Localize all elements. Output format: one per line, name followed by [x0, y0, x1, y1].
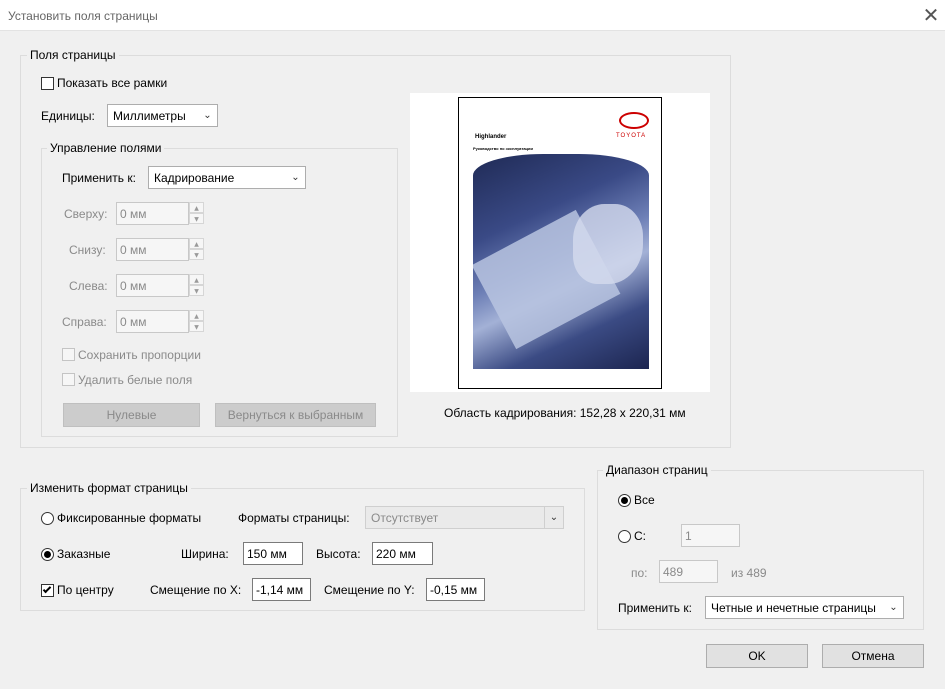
preview-doc-title: Highlander — [475, 134, 507, 140]
apply-to-select-value: Кадрирование — [154, 171, 235, 185]
width-value: 150 мм — [247, 547, 287, 561]
from-label[interactable]: С: — [634, 529, 646, 543]
to-value: 489 — [663, 565, 684, 579]
center-label[interactable]: По центру — [57, 583, 114, 597]
down-arrow-icon: ▼ — [189, 249, 204, 260]
keep-proportions-checkbox[interactable] — [62, 348, 75, 361]
page-formats-value: Отсутствует — [371, 511, 439, 525]
units-select[interactable]: Миллиметры ⌄ — [107, 104, 218, 127]
down-arrow-icon: ▼ — [189, 321, 204, 332]
range-apply-to-value: Четные и нечетные страницы — [711, 601, 876, 615]
offset-y-label: Смещение по Y: — [324, 583, 415, 597]
down-arrow-icon: ▼ — [189, 213, 204, 224]
page-size-legend: Изменить формат страницы — [27, 481, 191, 495]
margin-control-legend: Управление полями — [47, 141, 165, 155]
page-preview: Highlander Руководство по эксплуатации T… — [410, 93, 710, 392]
apply-to-label: Применить к: — [62, 171, 136, 185]
center-checkbox[interactable] — [41, 584, 54, 597]
width-input[interactable]: 150 мм — [243, 542, 303, 565]
show-all-boxes-label[interactable]: Показать все рамки — [57, 76, 167, 90]
remove-white-checkbox[interactable] — [62, 373, 75, 386]
up-arrow-icon: ▲ — [189, 202, 204, 213]
left-margin-label: Слева: — [69, 279, 108, 293]
all-pages-radio[interactable] — [618, 494, 631, 507]
remove-white-label[interactable]: Удалить белые поля — [78, 373, 192, 387]
range-apply-to-label: Применить к: — [618, 601, 692, 615]
custom-radio[interactable] — [41, 548, 54, 561]
from-input[interactable]: 1 — [681, 524, 740, 547]
all-pages-label[interactable]: Все — [634, 493, 655, 507]
title-bar: Установить поля страницы ✕ — [0, 0, 945, 31]
right-margin-value: 0 мм — [120, 315, 147, 329]
top-margin-value: 0 мм — [120, 207, 147, 221]
offset-x-input[interactable]: -1,14 мм — [252, 578, 311, 601]
crop-area-label: Область кадрирования: 152,28 x 220,31 мм — [444, 406, 686, 420]
range-apply-to-select[interactable]: Четные и нечетные страницы ⌄ — [705, 596, 904, 619]
fixed-formats-label[interactable]: Фиксированные форматы — [57, 511, 201, 525]
chevron-down-icon: ⌄ — [889, 602, 898, 613]
keep-proportions-label[interactable]: Сохранить пропорции — [78, 348, 201, 362]
down-arrow-icon: ▼ — [189, 285, 204, 296]
top-margin-input[interactable]: 0 мм — [116, 202, 189, 225]
from-value: 1 — [685, 529, 692, 543]
bottom-margin-value: 0 мм — [120, 243, 147, 257]
height-value: 220 мм — [376, 547, 416, 561]
height-label: Высота: — [316, 547, 361, 561]
page-formats-label: Форматы страницы: — [238, 511, 350, 525]
offset-y-value: -0,15 мм — [430, 583, 478, 597]
up-arrow-icon: ▲ — [189, 274, 204, 285]
page-formats-select[interactable]: Отсутствует ⌄ — [365, 506, 564, 529]
offset-x-label: Смещение по X: — [150, 583, 242, 597]
offset-y-input[interactable]: -0,15 мм — [426, 578, 485, 601]
right-margin-label: Справа: — [62, 315, 107, 329]
preview-brand: TOYOTA — [616, 133, 647, 139]
ok-button[interactable]: OK — [706, 644, 808, 668]
page-thumbnail: Highlander Руководство по эксплуатации T… — [458, 97, 662, 389]
up-arrow-icon: ▲ — [189, 238, 204, 249]
height-input[interactable]: 220 мм — [372, 542, 433, 565]
right-margin-input[interactable]: 0 мм — [116, 310, 189, 333]
right-margin-stepper[interactable]: ▲ ▼ — [189, 310, 204, 333]
to-input[interactable]: 489 — [659, 560, 718, 583]
custom-label[interactable]: Заказные — [57, 547, 110, 561]
apply-to-select[interactable]: Кадрирование ⌄ — [148, 166, 306, 189]
bottom-margin-input[interactable]: 0 мм — [116, 238, 189, 261]
from-radio[interactable] — [618, 530, 631, 543]
up-arrow-icon: ▲ — [189, 310, 204, 321]
cancel-button[interactable]: Отмена — [822, 644, 924, 668]
top-margin-stepper[interactable]: ▲ ▼ — [189, 202, 204, 225]
hand-shape — [573, 204, 643, 284]
zero-button[interactable]: Нулевые — [63, 403, 200, 427]
left-margin-stepper[interactable]: ▲ ▼ — [189, 274, 204, 297]
units-select-value: Миллиметры — [113, 109, 186, 123]
bottom-margin-stepper[interactable]: ▲ ▼ — [189, 238, 204, 261]
page-range-legend: Диапазон страниц — [603, 463, 711, 477]
window-title: Установить поля страницы — [8, 9, 158, 23]
width-label: Ширина: — [181, 547, 229, 561]
chevron-down-icon: ⌄ — [291, 172, 300, 183]
chevron-down-icon: ⌄ — [203, 110, 212, 121]
units-label: Единицы: — [41, 109, 95, 123]
close-icon[interactable]: ✕ — [918, 4, 944, 26]
toyota-logo-icon — [619, 112, 649, 129]
left-margin-input[interactable]: 0 мм — [116, 274, 189, 297]
chevron-down-icon: ⌄ — [544, 507, 563, 528]
bottom-margin-label: Снизу: — [69, 243, 106, 257]
preview-doc-subtitle: Руководство по эксплуатации — [473, 146, 533, 151]
revert-button[interactable]: Вернуться к выбранным — [215, 403, 376, 427]
cover-photo — [473, 154, 649, 369]
to-label: по: — [631, 566, 648, 580]
margins-group-legend: Поля страницы — [27, 48, 119, 62]
left-margin-value: 0 мм — [120, 279, 147, 293]
offset-x-value: -1,14 мм — [256, 583, 304, 597]
fixed-formats-radio[interactable] — [41, 512, 54, 525]
top-margin-label: Сверху: — [64, 207, 108, 221]
total-pages-label: из 489 — [731, 566, 767, 580]
show-all-boxes-checkbox[interactable] — [41, 77, 54, 90]
